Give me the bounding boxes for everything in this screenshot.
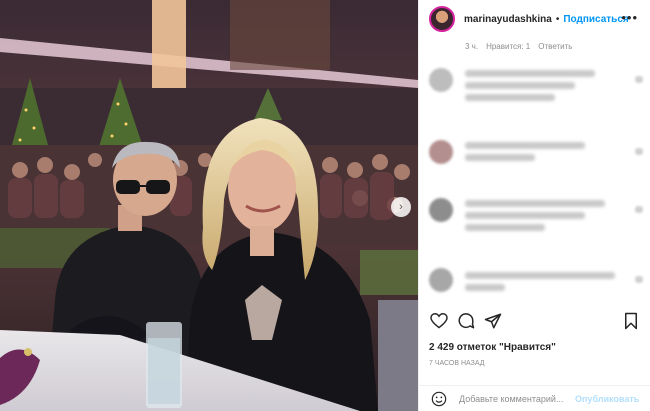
post-time[interactable]: 7 часов назад: [429, 360, 485, 367]
commenter-avatar[interactable]: [429, 268, 453, 292]
blurred-comment-text: [465, 200, 605, 207]
comment-like-icon[interactable]: [635, 276, 643, 283]
blurred-comment-text: [465, 82, 575, 89]
blurred-comment-text: [465, 224, 545, 231]
blurred-comment-text: [465, 142, 585, 149]
smiley-icon[interactable]: [430, 390, 447, 407]
separator-dot: •: [555, 13, 560, 25]
comment-like-icon[interactable]: [635, 148, 643, 155]
username[interactable]: marinayudashkina: [464, 14, 552, 25]
blurred-comment-text: [465, 284, 505, 291]
heart-icon[interactable]: [429, 311, 449, 331]
add-comment-bar: Опубликовать: [419, 385, 650, 411]
photo-illustration: [0, 0, 418, 411]
follow-button[interactable]: Подписаться: [563, 14, 628, 25]
comments-list: [419, 58, 650, 304]
list-item: [429, 198, 650, 238]
avatar[interactable]: [429, 6, 455, 32]
list-item: [429, 140, 650, 180]
next-photo-arrow-icon[interactable]: ›: [391, 197, 411, 217]
bookmark-icon[interactable]: [621, 311, 641, 331]
list-item: [429, 268, 650, 308]
likes-count[interactable]: 2 429 отметок "Нравится": [429, 342, 556, 353]
instagram-post: › marinayudashkina • Подписаться ••• 3 ч…: [0, 0, 650, 411]
blurred-comment-text: [465, 94, 555, 101]
post-header: marinayudashkina • Подписаться •••: [419, 0, 650, 38]
post-photo[interactable]: ›: [0, 0, 418, 411]
comment-like-icon[interactable]: [635, 76, 643, 83]
comment-meta: 3 ч. Нравится: 1 Ответить: [465, 42, 572, 51]
post-actions: [429, 311, 641, 331]
reply-button[interactable]: Ответить: [538, 42, 572, 51]
comment-bubble-icon[interactable]: [456, 311, 476, 331]
commenter-avatar[interactable]: [429, 140, 453, 164]
blurred-comment-text: [465, 212, 585, 219]
list-item: [429, 68, 650, 108]
comment-time: 3 ч.: [465, 42, 479, 51]
commenter-avatar[interactable]: [429, 68, 453, 92]
more-options-icon[interactable]: •••: [621, 10, 638, 25]
paper-plane-icon[interactable]: [483, 311, 503, 331]
blurred-comment-text: [465, 70, 595, 77]
blurred-comment-text: [465, 272, 615, 279]
post-side-panel: marinayudashkina • Подписаться ••• 3 ч. …: [418, 0, 650, 411]
blurred-comment-text: [465, 154, 535, 161]
comment-input[interactable]: [459, 393, 569, 404]
comment-like-icon[interactable]: [635, 206, 643, 213]
comment-likes[interactable]: Нравится: 1: [486, 42, 530, 51]
commenter-avatar[interactable]: [429, 198, 453, 222]
publish-button[interactable]: Опубликовать: [575, 394, 639, 404]
